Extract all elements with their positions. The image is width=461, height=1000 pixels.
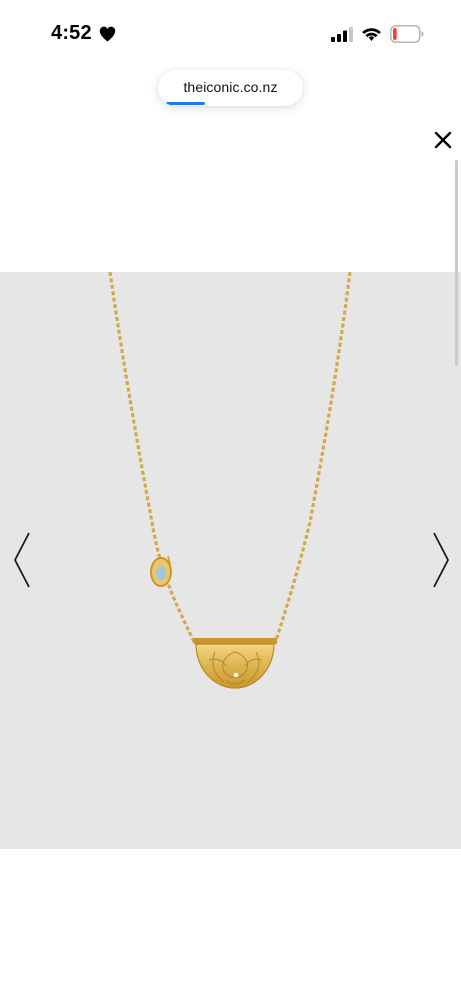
chevron-left-icon[interactable] (8, 528, 36, 592)
address-bar[interactable]: theiconic.co.nz (158, 70, 303, 106)
battery-level-fill (393, 28, 397, 40)
necklace-chain-left (108, 272, 197, 645)
product-image (108, 272, 352, 689)
heart-icon (99, 26, 116, 42)
status-bar: 4:52 (0, 0, 461, 70)
url-text: theiconic.co.nz (183, 79, 278, 95)
product-image-gallery[interactable] (0, 272, 461, 849)
close-icon[interactable] (428, 125, 458, 155)
chevron-right-icon[interactable] (427, 528, 455, 592)
scrollbar[interactable] (455, 160, 458, 366)
page-load-progress (166, 102, 205, 105)
status-time: 4:52 (51, 22, 92, 44)
cellular-signal-icon (331, 27, 353, 42)
necklace-chain-right (273, 272, 352, 645)
battery-icon (390, 25, 424, 43)
half-moon-pendant (195, 643, 275, 689)
wifi-icon (362, 28, 381, 41)
